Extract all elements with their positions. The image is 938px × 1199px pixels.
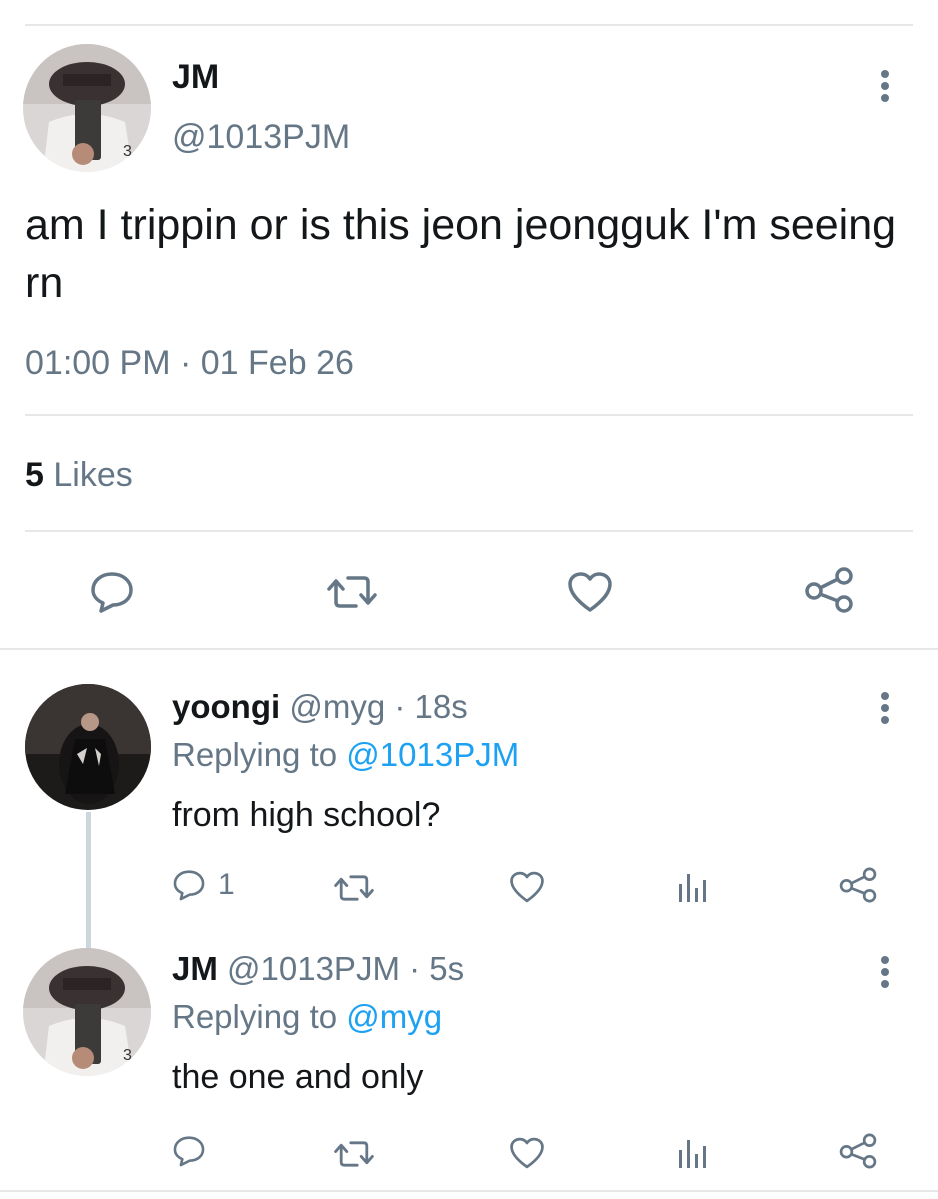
timestamp-separator: · bbox=[179, 344, 192, 382]
bar-chart-icon bbox=[679, 874, 706, 902]
tweet-age: 18s bbox=[414, 688, 468, 725]
speech-bubble-icon bbox=[91, 572, 133, 613]
avatar[interactable]: 3 bbox=[23, 44, 151, 172]
top-divider bbox=[25, 24, 913, 26]
tweet-age: 5s bbox=[429, 950, 465, 987]
share-icon bbox=[839, 867, 877, 903]
tweet-text: am I trippin or is this jeon jeongguk I'… bbox=[25, 201, 897, 307]
tweet-time: 01:00 PM bbox=[25, 344, 171, 382]
author-handle[interactable]: @1013PJM bbox=[227, 950, 400, 987]
heart-icon bbox=[510, 1137, 544, 1169]
tweet-timestamp: 01:00 PM · 01 Feb 26 bbox=[25, 344, 354, 383]
reply-header: JM @1013PJM · 5s bbox=[172, 950, 464, 988]
retweet-icon bbox=[334, 1141, 374, 1167]
likes-count: 5 bbox=[25, 456, 44, 494]
like-button[interactable] bbox=[508, 1136, 546, 1170]
avatar[interactable] bbox=[25, 684, 151, 810]
share-button[interactable] bbox=[838, 1132, 878, 1170]
divider bbox=[25, 414, 913, 416]
reply-button[interactable] bbox=[172, 1134, 206, 1168]
heart-icon bbox=[568, 572, 612, 612]
author-name[interactable]: JM bbox=[172, 950, 218, 987]
author-handle[interactable]: @myg bbox=[289, 688, 385, 725]
vertical-dots-icon bbox=[881, 70, 889, 78]
retweet-button[interactable] bbox=[333, 1138, 375, 1170]
retweet-icon bbox=[334, 875, 374, 901]
replying-to-link[interactable]: @myg bbox=[346, 998, 442, 1035]
speech-bubble-icon bbox=[173, 870, 205, 901]
bar-chart-icon bbox=[679, 1140, 706, 1168]
reply-text: from high school? bbox=[172, 796, 441, 834]
share-button[interactable] bbox=[803, 566, 855, 614]
author-name[interactable]: yoongi bbox=[172, 688, 280, 725]
replying-to-line: Replying to @1013PJM bbox=[172, 736, 519, 774]
vertical-dots-icon bbox=[881, 692, 889, 700]
more-options-button[interactable] bbox=[880, 956, 890, 992]
divider bbox=[25, 530, 913, 532]
reply-text: the one and only bbox=[172, 1058, 424, 1096]
vertical-dots-icon bbox=[881, 956, 889, 964]
likes-stat[interactable]: 5 Likes bbox=[25, 456, 133, 495]
retweet-icon bbox=[327, 576, 377, 608]
analytics-button[interactable] bbox=[677, 870, 709, 904]
analytics-button[interactable] bbox=[677, 1136, 709, 1170]
like-button[interactable] bbox=[508, 870, 546, 904]
header-separator: · bbox=[409, 950, 421, 987]
replying-to-label: Replying to bbox=[172, 998, 338, 1035]
reply-button[interactable] bbox=[172, 868, 206, 902]
likes-label: Likes bbox=[53, 456, 133, 494]
more-options-button[interactable] bbox=[880, 70, 890, 106]
reply-header: yoongi @myg · 18s bbox=[172, 688, 468, 726]
tweet-date: 01 Feb 26 bbox=[200, 344, 354, 382]
retweet-button[interactable] bbox=[333, 872, 375, 904]
replying-to-line: Replying to @myg bbox=[172, 998, 442, 1036]
retweet-button[interactable] bbox=[326, 572, 378, 612]
reply-button[interactable] bbox=[89, 570, 135, 614]
share-button[interactable] bbox=[838, 866, 878, 904]
replying-to-label: Replying to bbox=[172, 736, 338, 773]
heart-icon bbox=[510, 871, 544, 903]
bottom-divider bbox=[0, 1190, 938, 1192]
svg-text:3: 3 bbox=[123, 1047, 132, 1064]
speech-bubble-icon bbox=[173, 1136, 205, 1167]
more-options-button[interactable] bbox=[880, 692, 890, 728]
header-separator: · bbox=[394, 688, 406, 725]
svg-text:3: 3 bbox=[123, 143, 132, 160]
share-icon bbox=[805, 567, 853, 613]
author-name[interactable]: JM bbox=[172, 58, 219, 97]
reply-count: 1 bbox=[218, 868, 235, 901]
replying-to-link[interactable]: @1013PJM bbox=[346, 736, 519, 773]
author-handle[interactable]: @1013PJM bbox=[172, 118, 350, 157]
section-divider bbox=[0, 648, 938, 650]
share-icon bbox=[839, 1133, 877, 1169]
thread-line bbox=[86, 812, 91, 950]
like-button[interactable] bbox=[566, 570, 614, 614]
avatar[interactable]: 3 bbox=[23, 948, 151, 1076]
